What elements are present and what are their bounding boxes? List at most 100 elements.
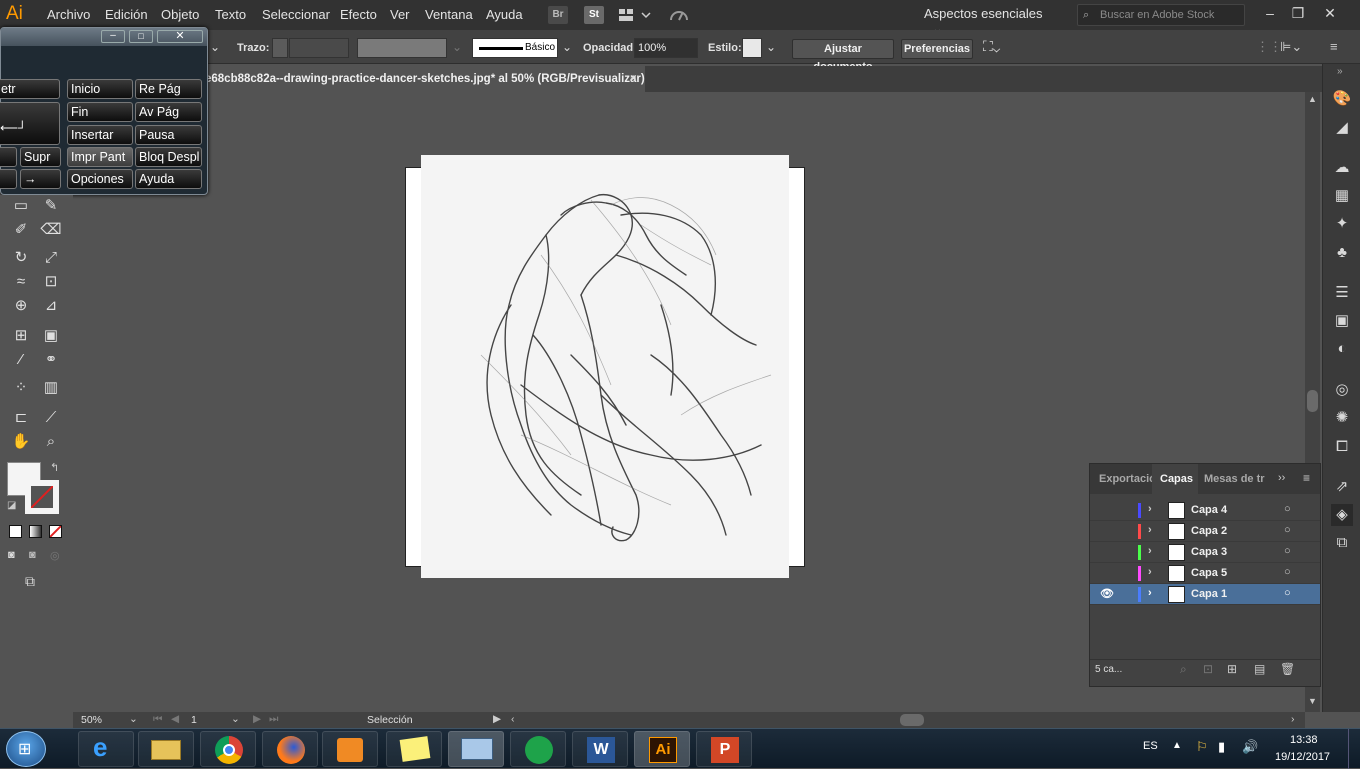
chevron-right-icon[interactable]: › (1148, 503, 1152, 515)
taskbar-illustrator[interactable]: Ai (634, 731, 690, 767)
scroll-right-icon[interactable]: › (1291, 713, 1295, 725)
target-circle-icon[interactable]: ○ (1284, 566, 1291, 578)
key-blank[interactable] (0, 147, 17, 167)
target-circle-icon[interactable]: ○ (1284, 524, 1291, 536)
new-layer-icon[interactable]: ▤ (1254, 662, 1265, 676)
status-menu-icon[interactable]: ▶ (493, 713, 501, 725)
chevron-down-icon[interactable]: ⌄ (452, 40, 462, 54)
keyboard-minimize-button[interactable]: – (101, 30, 125, 43)
horizontal-scroll-thumb[interactable] (900, 714, 924, 726)
menu-efecto[interactable]: Efecto (340, 7, 377, 22)
color-guide-icon[interactable]: ◢ (1331, 117, 1353, 139)
last-artboard-icon[interactable]: ⏭ (269, 713, 278, 726)
panel-menu-icon[interactable]: ≡ (1303, 471, 1310, 485)
layers-panel-icon[interactable]: ◈ (1331, 504, 1353, 526)
scroll-down-icon[interactable]: ▼ (1308, 696, 1317, 706)
menu-seleccionar[interactable]: Seleccionar (262, 7, 330, 22)
tab-artboards[interactable]: Mesas de tr (1204, 473, 1265, 485)
cc-libraries-icon[interactable]: ☁ (1331, 157, 1353, 179)
rectangle-tool-icon[interactable]: ▭ (10, 195, 32, 217)
slice-tool-icon[interactable]: ⟋ (40, 407, 62, 429)
paintbrush-tool-icon[interactable]: ✎ (40, 195, 62, 217)
onscreen-keyboard-window[interactable]: – □ ✕ etr Inicio Re Pág ⟵┘ Fin Av Pág In… (0, 27, 208, 195)
layer-row[interactable]: › Capa 2 ○ (1090, 521, 1320, 542)
eraser-tool-icon[interactable]: ⌫ (40, 219, 62, 241)
key-ayuda[interactable]: Ayuda (135, 169, 202, 189)
key-opciones[interactable]: Opciones (67, 169, 133, 189)
swatches-icon[interactable]: ▦ (1331, 185, 1353, 207)
start-button[interactable]: ⊞ (6, 731, 46, 767)
visibility-eye-icon[interactable]: 👁 (1100, 587, 1114, 600)
brushes-icon[interactable]: ✦ (1331, 213, 1353, 235)
workspace-switcher[interactable]: Aspectos esenciales ⌄ (924, 6, 1060, 36)
menu-objeto[interactable]: Objeto (161, 7, 199, 22)
stroke-weight-field[interactable] (289, 38, 349, 58)
chevron-down-icon[interactable]: ⌄ (129, 713, 138, 725)
device-icon[interactable]: ▮ (1218, 739, 1225, 755)
next-artboard-icon[interactable]: ▶ (253, 713, 261, 725)
hand-tool-icon[interactable]: ✋ (10, 431, 32, 453)
layer-name[interactable]: Capa 1 (1191, 588, 1227, 600)
gradient-tool-icon[interactable]: ▣ (40, 325, 62, 347)
taskbar-sticky-notes[interactable] (386, 731, 442, 767)
clock-date[interactable]: 19/12/2017 (1275, 751, 1330, 763)
dancer-sketch-image[interactable] (421, 155, 789, 578)
clipping-mask-icon[interactable]: ⊡ (1203, 662, 1213, 676)
scale-tool-icon[interactable]: ⤢ (40, 247, 62, 269)
default-fill-stroke-icon[interactable]: ◪ (7, 500, 16, 511)
key-supr[interactable]: Supr (20, 147, 61, 167)
draw-behind-icon[interactable]: ◙ (29, 549, 36, 561)
align-icon[interactable]: ⋮⋮ (1256, 39, 1282, 55)
scroll-up-icon[interactable]: ▲ (1308, 94, 1317, 104)
target-circle-icon[interactable]: ○ (1284, 587, 1291, 599)
chevron-right-icon[interactable]: › (1148, 545, 1152, 557)
shape-builder-tool-icon[interactable]: ⊕ (10, 295, 32, 317)
stroke-weight-stepper[interactable] (272, 38, 288, 58)
brush-definition-select[interactable]: Básico (472, 38, 558, 58)
taskbar-green-app[interactable] (510, 731, 566, 767)
eyedropper-tool-icon[interactable]: ⁄ (10, 349, 32, 371)
key-av-pag[interactable]: Av Pág (135, 102, 202, 122)
gradient-panel-icon[interactable]: ▣ (1331, 310, 1353, 332)
panel-menu-icon[interactable]: ≡ (1330, 39, 1338, 54)
stock-button[interactable]: St (584, 6, 604, 24)
volume-icon[interactable]: 🔊 (1242, 739, 1258, 755)
select-similar-icon[interactable]: ⛶⌄ (983, 38, 1013, 58)
rotate-tool-icon[interactable]: ↻ (10, 247, 32, 269)
close-window-button[interactable]: ✕ (1316, 3, 1344, 23)
gpu-performance-icon[interactable] (668, 6, 690, 24)
target-circle-icon[interactable]: ○ (1284, 545, 1291, 557)
scroll-left-icon[interactable]: ‹ (511, 713, 515, 725)
key-impr-pant[interactable]: Impr Pant (67, 147, 133, 167)
menu-ver[interactable]: Ver (390, 7, 410, 22)
show-desktop-button[interactable] (1348, 729, 1360, 769)
document-tab[interactable]: e68cb88c82a--drawing-practice-dancer-ske… (205, 66, 645, 92)
column-graph-tool-icon[interactable]: ▥ (40, 377, 62, 399)
key-right-arrow[interactable]: → (20, 169, 61, 189)
fit-document-button[interactable]: Ajustar documento (792, 39, 894, 73)
symbol-sprayer-tool-icon[interactable]: ⁘ (10, 377, 32, 399)
perspective-grid-tool-icon[interactable]: ⊿ (40, 295, 62, 317)
none-mode-icon[interactable] (49, 525, 62, 538)
taskbar-onscreen-keyboard[interactable] (448, 731, 504, 767)
show-hidden-icons-icon[interactable]: ▲ (1172, 740, 1182, 751)
stock-search-input[interactable]: ⌕ Buscar en Adobe Stock (1077, 4, 1245, 26)
previous-artboard-icon[interactable]: ◀ (171, 713, 179, 725)
variable-width-profile[interactable] (357, 38, 447, 58)
zoom-tool-icon[interactable]: ⌕ (40, 431, 62, 453)
image-trace-icon[interactable]: ⧠ (1331, 436, 1353, 458)
tab-layers[interactable]: Capas (1160, 473, 1193, 485)
key-fin[interactable]: Fin (67, 102, 133, 122)
layer-name[interactable]: Capa 2 (1191, 525, 1227, 537)
menu-archivo[interactable]: Archivo (47, 7, 90, 22)
expand-panel-icon[interactable]: ›› (1278, 472, 1285, 484)
shaper-tool-icon[interactable]: ✐ (10, 219, 32, 241)
keyboard-close-button[interactable]: ✕ (157, 30, 203, 43)
key-enter-lower[interactable]: ⟵┘ (0, 102, 60, 145)
chevron-down-icon[interactable]: ⌄ (231, 713, 240, 725)
gradient-mode-icon[interactable] (29, 525, 42, 538)
close-tab-icon[interactable]: × (630, 66, 637, 92)
draw-normal-icon[interactable]: ◙ (8, 549, 15, 561)
restore-button[interactable]: ❐ (1284, 3, 1312, 23)
opacity-field[interactable]: 100% (634, 38, 698, 58)
